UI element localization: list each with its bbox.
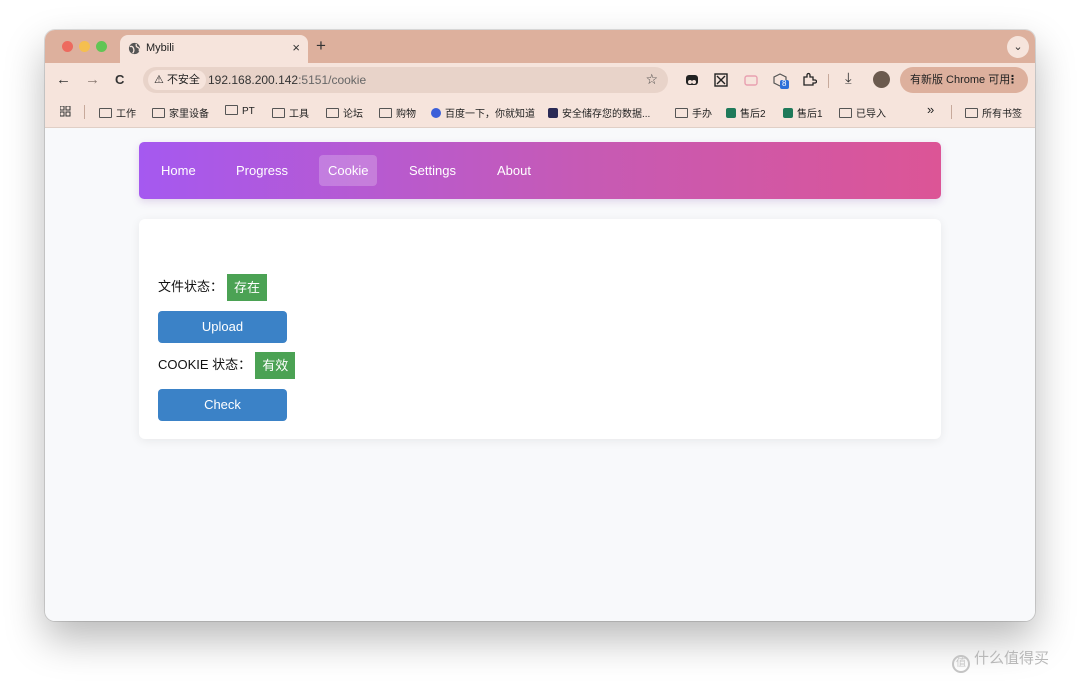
bookmarks-bar: 工作 家里设备 PT 工具 论坛 购物 百度一下，你就知道 安全储存您的数据..…: [45, 97, 1035, 128]
address-bar[interactable]: ⚠ 不安全 192.168.200.142:5151/cookie ☆: [143, 67, 668, 93]
folder-icon: [152, 108, 165, 118]
bookmark-label: PT: [242, 106, 255, 117]
tab-strip: Mybili × + ⌄: [45, 30, 1035, 63]
cube-extension-icon[interactable]: [773, 73, 789, 89]
tab-search-button[interactable]: ⌄: [1007, 36, 1029, 58]
all-bookmarks-button[interactable]: 所有书签: [965, 105, 1022, 120]
cookie-card: 文件状态： 存在 Upload COOKIE 状态： 有效 Check: [139, 219, 941, 439]
bookmark-folder[interactable]: 已导入: [839, 105, 886, 120]
bookmark-folder[interactable]: 家里设备: [152, 105, 209, 120]
bookmark-folder[interactable]: 手办: [675, 105, 712, 120]
apps-grid-icon[interactable]: [60, 106, 71, 117]
smzdm-logo-icon: 值: [952, 655, 970, 673]
bookmark-label: 售后2: [740, 109, 766, 120]
bookmark-folder[interactable]: 购物: [379, 105, 416, 120]
bookmark-label: 手办: [692, 109, 712, 120]
tampermonkey-icon[interactable]: [685, 73, 699, 87]
bookmark-label: 工作: [116, 109, 136, 120]
browser-window: Mybili × + ⌄ ← → C ⚠ 不安全 192.168.200.142…: [45, 30, 1035, 621]
minimize-window-button[interactable]: [79, 41, 90, 52]
security-indicator[interactable]: ⚠ 不安全: [148, 70, 206, 90]
close-window-button[interactable]: [62, 41, 73, 52]
folder-icon: [965, 108, 978, 118]
nav-about[interactable]: About: [497, 142, 531, 199]
chrome-update-button[interactable]: 有新版 Chrome 可用 ⋮: [900, 67, 1028, 93]
toolbar-divider: [828, 74, 829, 88]
tab-mybili[interactable]: Mybili ×: [120, 35, 308, 63]
bookmark-label: 百度一下，你就知道: [445, 109, 535, 120]
extension-badge-count: 8: [782, 79, 787, 88]
cookie-status-label: COOKIE 状态：: [158, 356, 252, 372]
baidu-icon: [431, 108, 441, 118]
bookmark-label: 所有书签: [982, 109, 1022, 120]
globe-icon: [128, 42, 141, 55]
folder-icon: [225, 105, 238, 115]
upload-button[interactable]: Upload: [158, 311, 287, 343]
new-tab-button[interactable]: +: [316, 36, 326, 56]
nav-home[interactable]: Home: [161, 142, 196, 199]
bookmark-label: 已导入: [856, 109, 886, 120]
page-viewport: Home Progress Cookie Settings About 文件状态…: [45, 128, 1035, 621]
url-host: 192.168.200.142: [208, 73, 299, 87]
profile-avatar[interactable]: [873, 71, 890, 88]
maximize-window-button[interactable]: [96, 41, 107, 52]
nav-settings[interactable]: Settings: [409, 142, 456, 199]
close-tab-icon[interactable]: ×: [292, 40, 300, 55]
bookmark-label: 安全储存您的数据...: [562, 109, 651, 120]
bookmarks-divider: [951, 105, 952, 119]
back-button[interactable]: ←: [56, 71, 71, 88]
folder-icon: [99, 108, 112, 118]
forward-button[interactable]: →: [85, 71, 100, 88]
update-label: 有新版 Chrome 可用: [910, 74, 1011, 86]
insecure-label: 不安全: [166, 74, 200, 86]
cookie-status-badge: 有效: [255, 352, 296, 379]
site-icon: [548, 108, 558, 118]
bookmark-folder[interactable]: 工作: [99, 105, 136, 120]
file-status-badge: 存在: [227, 274, 268, 301]
bookmarks-divider: [84, 105, 85, 119]
watermark: 值什么值得买: [952, 647, 1049, 673]
folder-icon: [839, 108, 852, 118]
folder-icon: [326, 108, 339, 118]
bilibili-icon[interactable]: [744, 73, 758, 87]
check-button[interactable]: Check: [158, 389, 287, 421]
url-path: :5151/cookie: [298, 73, 367, 87]
screenshot-icon[interactable]: [714, 73, 728, 87]
sheet-icon: [783, 108, 793, 118]
file-status-row: 文件状态： 存在: [158, 274, 268, 301]
watermark-text: 什么值得买: [974, 650, 1050, 667]
download-icon[interactable]: ⤓: [845, 70, 852, 87]
menu-icon[interactable]: ⋮: [1007, 67, 1018, 93]
bookmark-star-icon[interactable]: ☆: [645, 71, 658, 88]
bookmark-baidu[interactable]: 百度一下，你就知道: [431, 105, 535, 120]
bookmark-label: 论坛: [343, 109, 363, 120]
folder-icon: [272, 108, 285, 118]
cookie-status-row: COOKIE 状态： 有效: [158, 352, 296, 379]
toolbar: ← → C ⚠ 不安全 192.168.200.142:5151/cookie …: [45, 63, 1035, 97]
folder-icon: [379, 108, 392, 118]
bookmark-label: 售后1: [797, 109, 823, 120]
bookmark-site[interactable]: 安全储存您的数据...: [548, 105, 650, 120]
nav-cookie[interactable]: Cookie: [319, 155, 378, 186]
file-status-label: 文件状态：: [158, 278, 224, 294]
folder-icon: [675, 108, 688, 118]
bookmark-label: 工具: [289, 109, 309, 120]
bookmark-folder[interactable]: 工具: [272, 105, 309, 120]
warning-icon: ⚠: [154, 74, 164, 86]
sheet-icon: [726, 108, 736, 118]
tab-title: Mybili: [146, 42, 175, 54]
bookmark-label: 购物: [396, 109, 416, 120]
bookmark-sheet[interactable]: 售后2: [726, 105, 766, 120]
extensions-puzzle-icon[interactable]: [802, 72, 817, 87]
bookmark-label: 家里设备: [169, 109, 209, 120]
bookmark-sheet[interactable]: 售后1: [783, 105, 823, 120]
reload-button[interactable]: C: [115, 72, 124, 87]
bookmarks-overflow-button[interactable]: »: [927, 102, 934, 117]
nav-progress[interactable]: Progress: [236, 142, 288, 199]
bookmark-folder[interactable]: 论坛: [326, 105, 363, 120]
bookmark-folder[interactable]: PT: [225, 105, 255, 117]
site-navbar: Home Progress Cookie Settings About: [139, 142, 941, 199]
url-text[interactable]: 192.168.200.142:5151/cookie: [208, 73, 366, 87]
